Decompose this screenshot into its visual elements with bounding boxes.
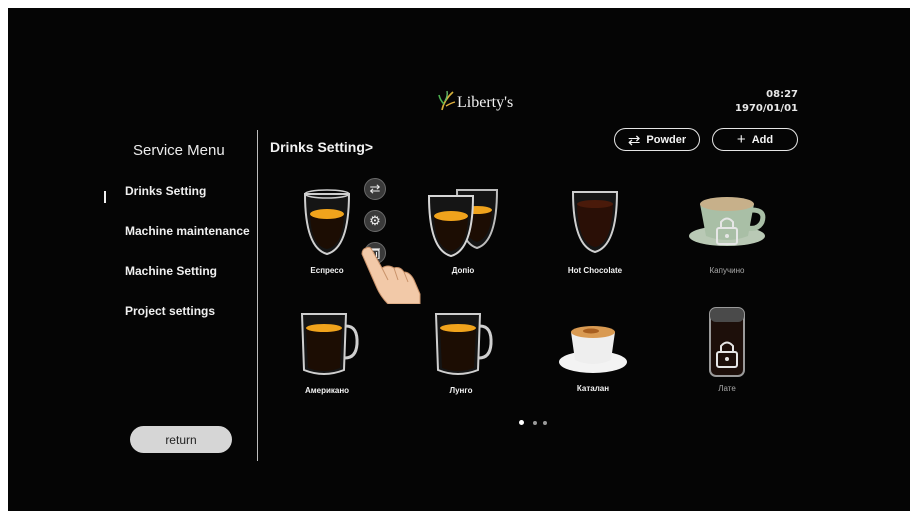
active-indicator bbox=[104, 191, 106, 203]
page-dot-2[interactable] bbox=[533, 421, 537, 425]
drink-name: Американо bbox=[304, 386, 350, 395]
sidebar-item-drinks-setting[interactable]: Drinks Setting bbox=[125, 184, 206, 198]
drink-name: Лате bbox=[718, 384, 736, 393]
page-dot-1[interactable] bbox=[519, 420, 524, 425]
clock: 08:27 1970/01/01 bbox=[735, 88, 798, 116]
latte-glass-icon bbox=[709, 307, 745, 377]
leaf-logo-icon bbox=[438, 90, 456, 111]
sidebar-item-machine-maintenance[interactable]: Machine maintenance bbox=[125, 224, 250, 238]
drink-name: Допіо bbox=[451, 266, 475, 275]
lungo-mug-icon bbox=[434, 313, 493, 375]
americano-mug-icon bbox=[300, 313, 359, 375]
plus-icon: + bbox=[736, 131, 746, 148]
drink-name: Капучино bbox=[709, 266, 745, 275]
hot-chocolate-glass-icon bbox=[571, 191, 619, 254]
drink-tile-latte[interactable]: Лате bbox=[672, 304, 782, 393]
drink-tile-americano[interactable]: Американо bbox=[272, 308, 382, 395]
clock-time: 08:27 bbox=[766, 89, 798, 100]
brand-logo: Liberty's bbox=[438, 90, 513, 112]
drink-name: Каталан bbox=[576, 384, 610, 393]
swap-icon: ⇄ bbox=[627, 131, 641, 149]
vertical-divider bbox=[257, 130, 258, 461]
espresso-glass-icon bbox=[303, 189, 351, 256]
edit-drink-button[interactable]: ⚙ bbox=[364, 210, 386, 232]
powder-button[interactable]: ⇄ Powder bbox=[614, 128, 700, 151]
drink-name: Hot Chocolate bbox=[567, 266, 623, 275]
drink-name: Лунго bbox=[449, 386, 473, 395]
cappuccino-cup-icon bbox=[689, 197, 766, 246]
page-title: Drinks Setting> bbox=[270, 139, 374, 155]
catalan-cup-icon bbox=[559, 326, 627, 373]
return-button[interactable]: return bbox=[130, 426, 232, 453]
screen: Liberty's 08:27 1970/01/01 Service Menu … bbox=[8, 8, 910, 511]
logo-text: Liberty's bbox=[457, 94, 514, 111]
drink-tile-lungo[interactable]: Лунго bbox=[406, 308, 516, 395]
powder-label: Powder bbox=[646, 133, 687, 146]
drink-tile-hot-chocolate[interactable]: Hot Chocolate bbox=[540, 186, 650, 275]
clock-date: 1970/01/01 bbox=[735, 103, 798, 114]
drink-tile-doppio[interactable]: Допіо bbox=[408, 186, 518, 275]
pointing-hand-icon bbox=[361, 246, 421, 304]
add-button[interactable]: + Add bbox=[712, 128, 798, 151]
page-dot-3[interactable] bbox=[543, 421, 547, 425]
sidebar-item-project-settings[interactable]: Project settings bbox=[125, 304, 215, 318]
gear-icon: ⚙ bbox=[369, 213, 381, 228]
swap-drink-button[interactable]: ⇄ bbox=[364, 178, 386, 200]
sidebar-title: Service Menu bbox=[133, 142, 225, 159]
drink-tile-cappuccino[interactable]: Капучино bbox=[672, 184, 782, 275]
drink-tile-catalan[interactable]: Каталан bbox=[538, 318, 648, 393]
sidebar-item-machine-setting[interactable]: Machine Setting bbox=[125, 264, 217, 278]
swap-icon: ⇄ bbox=[369, 181, 381, 196]
double-espresso-glasses-icon bbox=[427, 189, 499, 258]
add-label: Add bbox=[751, 133, 774, 146]
